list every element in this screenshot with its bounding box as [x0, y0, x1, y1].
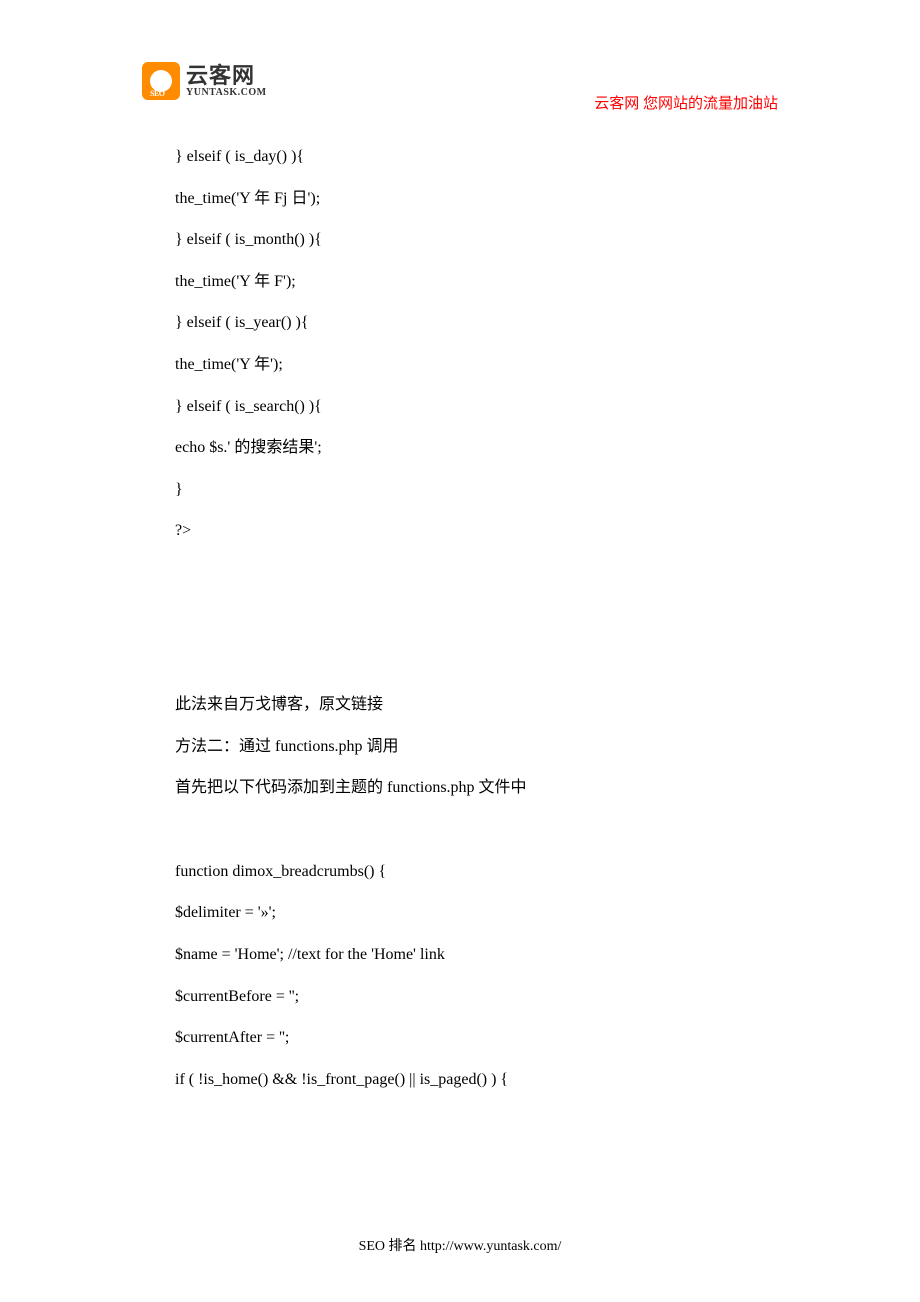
spacer	[175, 552, 745, 684]
note-text: 方法二：通过 functions.php 调用	[175, 726, 745, 768]
code-line: } elseif ( is_search() ){	[175, 386, 745, 428]
code-line: }	[175, 469, 745, 511]
code-line: ?>	[175, 510, 745, 552]
code-line: } elseif ( is_year() ){	[175, 302, 745, 344]
logo-icon: SEO	[142, 62, 180, 100]
logo: SEO 云客网 YUNTASK.COM	[142, 62, 267, 100]
code-line: $delimiter = '»';	[175, 892, 745, 934]
tagline: 云客网 您网站的流量加油站	[594, 92, 778, 113]
note-text: 首先把以下代码添加到主题的 functions.php 文件中	[175, 767, 745, 809]
code-line: the_time('Y 年');	[175, 344, 745, 386]
logo-chinese: 云客网	[186, 65, 267, 87]
code-line: $name = 'Home'; //text for the 'Home' li…	[175, 934, 745, 976]
document-content: } elseif ( is_day() ){ the_time('Y 年 Fj …	[175, 136, 745, 1100]
logo-seo-text: SEO	[150, 89, 165, 98]
code-line: if ( !is_home() && !is_front_page() || i…	[175, 1059, 745, 1101]
code-line: } elseif ( is_day() ){	[175, 136, 745, 178]
code-line: $currentBefore = '';	[175, 976, 745, 1018]
code-line: $currentAfter = '';	[175, 1017, 745, 1059]
logo-text-block: 云客网 YUNTASK.COM	[186, 65, 267, 98]
code-line: echo $s.' 的搜索结果';	[175, 427, 745, 469]
logo-english: YUNTASK.COM	[186, 87, 267, 98]
code-line: the_time('Y 年 Fj 日');	[175, 178, 745, 220]
code-line: the_time('Y 年 F');	[175, 261, 745, 303]
code-line: } elseif ( is_month() ){	[175, 219, 745, 261]
page-footer: SEO 排名 http://www.yuntask.com/	[0, 1235, 920, 1255]
spacer	[175, 809, 745, 851]
note-text: 此法来自万戈博客，原文链接	[175, 684, 745, 726]
page-header: SEO 云客网 YUNTASK.COM 云客网 您网站的流量加油站	[142, 62, 778, 100]
code-line: function dimox_breadcrumbs() {	[175, 851, 745, 893]
